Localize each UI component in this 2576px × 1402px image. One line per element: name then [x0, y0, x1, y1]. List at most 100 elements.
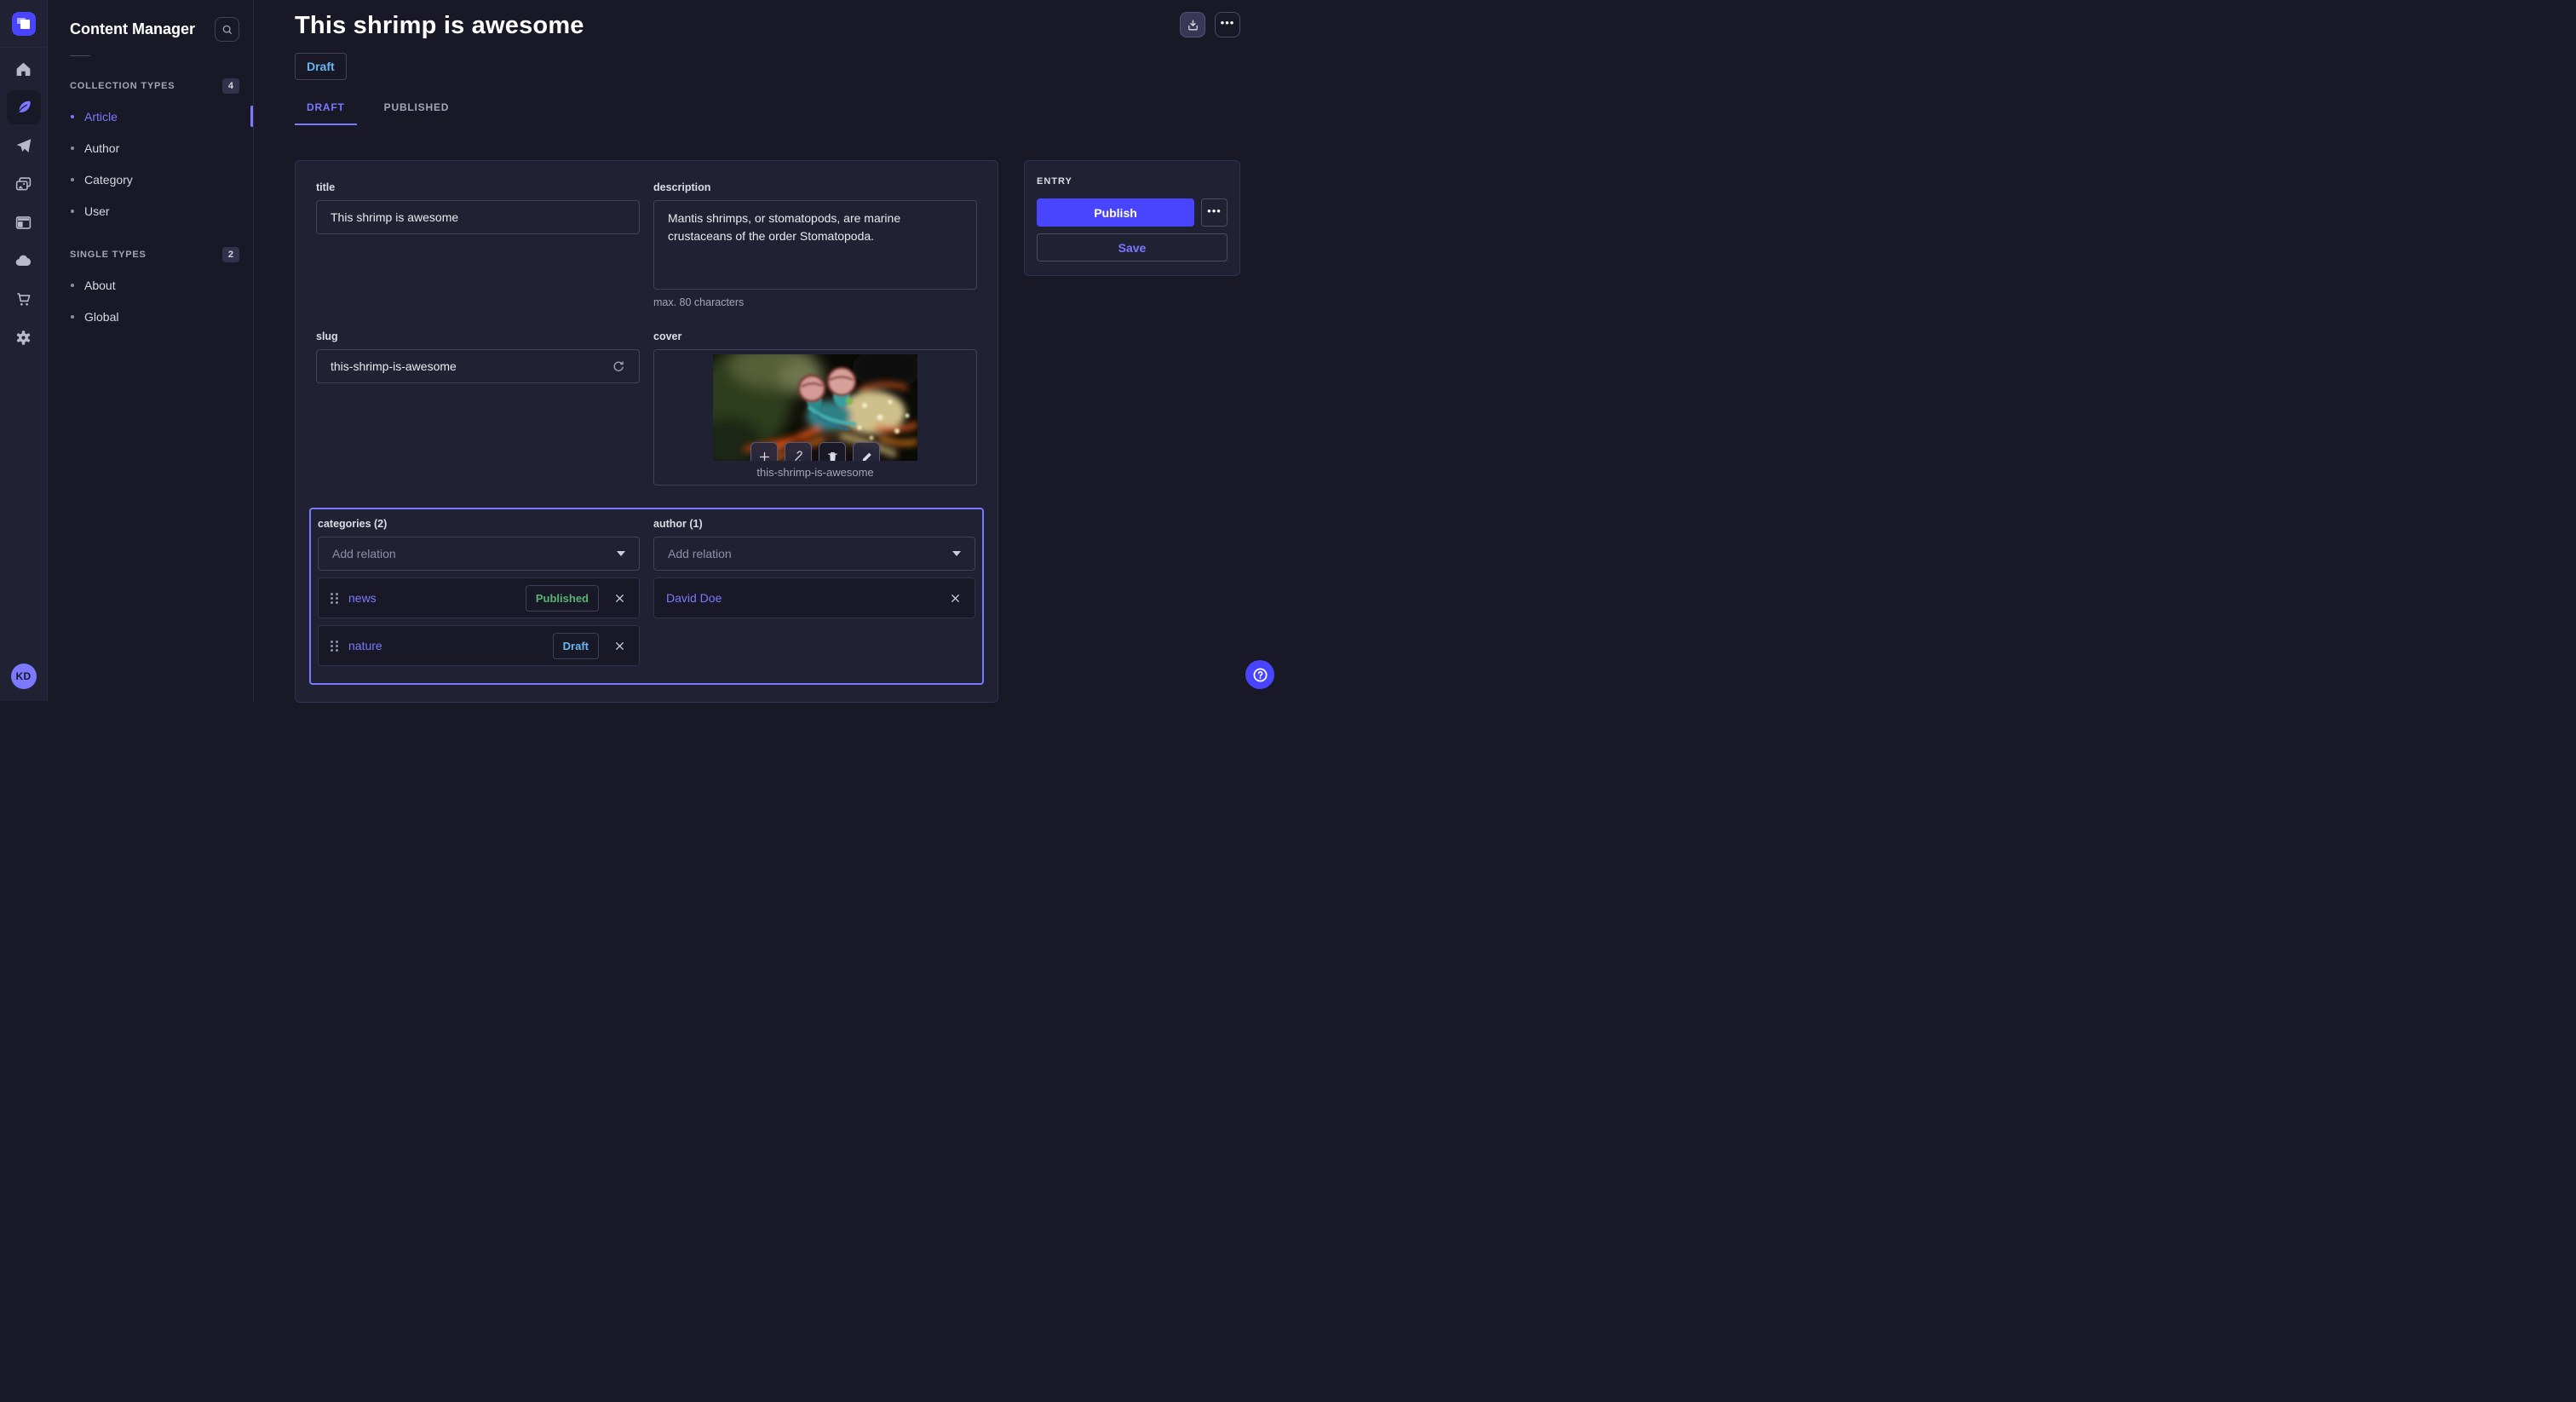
close-icon — [950, 593, 961, 604]
drag-handle-icon[interactable] — [331, 641, 338, 652]
relation-link[interactable]: nature — [348, 639, 382, 652]
categories-placeholder: Add relation — [332, 547, 396, 560]
field-slug: slug this-shrimp-is-awesome — [316, 330, 640, 486]
description-value: Mantis shrimps, or stomatopods, are mari… — [668, 211, 900, 243]
version-tabs: DRAFT PUBLISHED — [295, 101, 1240, 125]
cover-label: cover — [653, 330, 977, 342]
link-icon — [792, 451, 805, 462]
collection-types-count-badge: 4 — [222, 78, 239, 94]
relations-group-selected: categories (2) Add relation news Publish… — [309, 508, 984, 685]
settings-gear-icon[interactable] — [7, 320, 41, 354]
bullet-dot — [71, 147, 74, 150]
single-types-count-badge: 2 — [222, 247, 239, 262]
edit-form-card: title This shrimp is awesome description… — [295, 160, 998, 703]
content-manager-subnav: Content Manager COLLECTION TYPES 4 Artic… — [48, 0, 254, 701]
bullet-dot — [71, 115, 74, 118]
categories-label: categories (2) — [318, 518, 640, 530]
cart-icon[interactable] — [7, 282, 41, 316]
entry-panel-title: ENTRY — [1037, 176, 1228, 187]
sidebar-item-article[interactable]: Article — [48, 101, 253, 132]
section-label-collection-types: COLLECTION TYPES — [70, 81, 175, 91]
remove-relation-button[interactable] — [612, 639, 627, 653]
tab-published[interactable]: PUBLISHED — [372, 101, 462, 125]
layout-icon[interactable] — [7, 205, 41, 239]
close-icon — [614, 593, 625, 604]
strapi-logo[interactable] — [12, 12, 36, 36]
title-label: title — [316, 181, 640, 193]
bullet-dot — [71, 315, 74, 319]
cover-delete-button[interactable] — [819, 442, 846, 461]
field-author: author (1) Add relation David Doe — [653, 518, 975, 666]
sidebar-item-about[interactable]: About — [48, 269, 253, 301]
bullet-dot — [71, 284, 74, 287]
sidebar-item-label: Global — [84, 310, 118, 324]
relation-row-nature: nature Draft — [318, 625, 640, 666]
sidebar-item-category[interactable]: Category — [48, 164, 253, 195]
sidebar-item-global[interactable]: Global — [48, 301, 253, 332]
user-avatar[interactable]: KD — [11, 664, 37, 689]
main-content: This shrimp is awesome ••• Draft DRAFT P… — [254, 0, 1288, 701]
field-title: title This shrimp is awesome — [316, 181, 640, 308]
sidebar-item-label: User — [84, 204, 110, 218]
sidebar-item-label: Article — [84, 110, 118, 124]
rail-divider — [0, 47, 48, 48]
sidebar-item-user[interactable]: User — [48, 195, 253, 227]
slug-input[interactable]: this-shrimp-is-awesome — [316, 349, 640, 383]
field-description: description Mantis shrimps, or stomatopo… — [653, 181, 977, 308]
entry-panel: ENTRY Publish ••• Save — [1024, 160, 1240, 276]
subnav-divider — [70, 55, 90, 56]
bullet-dot — [71, 210, 74, 213]
cover-asset-box: this-shrimp-is-awesome — [653, 349, 977, 486]
download-icon — [1187, 19, 1199, 32]
search-icon — [221, 24, 233, 36]
active-indicator — [250, 106, 253, 127]
sidebar-item-author[interactable]: Author — [48, 132, 253, 164]
help-button[interactable] — [1245, 660, 1274, 689]
author-add-relation-select[interactable]: Add relation — [653, 537, 975, 571]
cover-edit-button[interactable] — [853, 442, 880, 461]
publish-button[interactable]: Publish — [1037, 198, 1194, 227]
author-label: author (1) — [653, 518, 975, 530]
trash-icon — [826, 451, 839, 462]
drag-handle-icon[interactable] — [331, 593, 338, 604]
remove-relation-button[interactable] — [612, 591, 627, 606]
download-button[interactable] — [1180, 12, 1205, 37]
description-hint: max. 80 characters — [653, 296, 977, 308]
question-mark-icon — [1252, 667, 1268, 683]
slug-label: slug — [316, 330, 640, 342]
title-value: This shrimp is awesome — [331, 210, 458, 224]
categories-add-relation-select[interactable]: Add relation — [318, 537, 640, 571]
title-input[interactable]: This shrimp is awesome — [316, 200, 640, 234]
search-button[interactable] — [215, 17, 239, 42]
remove-relation-button[interactable] — [948, 591, 963, 606]
send-icon[interactable] — [7, 129, 41, 163]
regenerate-icon[interactable] — [612, 359, 625, 373]
pencil-icon — [860, 451, 873, 462]
sidebar-item-label: Author — [84, 141, 119, 155]
tab-draft[interactable]: DRAFT — [295, 101, 357, 125]
relation-link[interactable]: news — [348, 591, 377, 605]
chevron-down-icon — [617, 551, 625, 556]
section-label-single-types: SINGLE TYPES — [70, 250, 147, 260]
chevron-down-icon — [952, 551, 961, 556]
save-button[interactable]: Save — [1037, 233, 1228, 261]
field-cover: cover — [653, 330, 977, 486]
cover-copy-link-button[interactable] — [785, 442, 812, 461]
cover-image-mantis-shrimp — [713, 354, 917, 461]
entry-more-options-button[interactable]: ••• — [1201, 198, 1228, 227]
relation-row-david-doe: David Doe — [653, 577, 975, 618]
more-options-button[interactable]: ••• — [1215, 12, 1240, 37]
content-manager-feather-icon[interactable] — [7, 90, 41, 124]
relation-status-badge: Draft — [553, 633, 599, 659]
relation-status-badge: Published — [526, 585, 599, 612]
cloud-icon[interactable] — [7, 244, 41, 278]
status-badge: Draft — [295, 53, 347, 80]
cover-add-button[interactable] — [750, 442, 778, 461]
author-placeholder: Add relation — [668, 547, 732, 560]
home-icon[interactable] — [7, 52, 41, 86]
cover-caption: this-shrimp-is-awesome — [756, 466, 873, 479]
subnav-title: Content Manager — [70, 20, 195, 38]
description-textarea[interactable]: Mantis shrimps, or stomatopods, are mari… — [653, 200, 977, 290]
relation-link[interactable]: David Doe — [666, 591, 722, 605]
media-library-icon[interactable] — [7, 167, 41, 201]
